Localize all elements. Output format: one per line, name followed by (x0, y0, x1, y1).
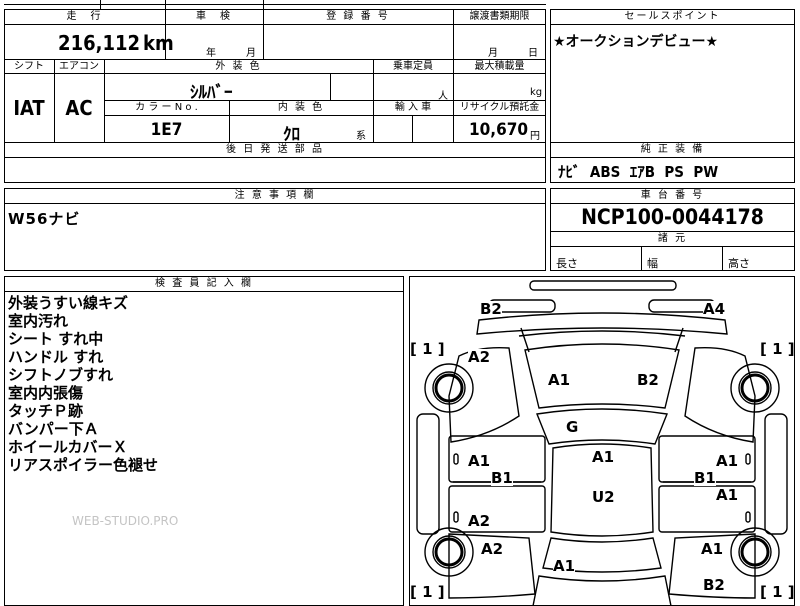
damage-roof-front: A1 (592, 448, 615, 466)
damage-rear-right: B2 (703, 576, 725, 594)
grid-line (4, 203, 546, 204)
exterior-color-label: 外 装 色 (215, 61, 262, 72)
transfer-month-unit: 月 (488, 48, 498, 59)
transfer-deadline-label: 譲渡書類期限 (469, 11, 530, 22)
chassis-number: NCP100-0044178 (581, 205, 764, 229)
shift-value: IAT (13, 96, 45, 120)
grid-line (550, 157, 795, 158)
transfer-day-unit: 日 (528, 48, 538, 59)
inspector-note: ホイールカバーＸ (8, 438, 128, 456)
equipment-text: ﾅﾋﾞ ABS ｴｱB PS PW (558, 163, 719, 181)
mileage-value: 216,112 (58, 31, 140, 55)
interior-color-label: 内 装 色 (277, 102, 325, 113)
recycle-value: 10,670 (468, 120, 528, 140)
grid-line (550, 246, 795, 247)
damage-hood-left: A1 (548, 371, 571, 389)
damage-right-front-door: A1 (716, 452, 739, 470)
inspector-note: バンパー下Ａ (8, 420, 99, 438)
damage-right-rear-door: A1 (716, 486, 739, 504)
shaken-year-unit: 年 (206, 48, 216, 59)
caution-text: W56ナビ (8, 210, 81, 228)
watermark: WEB-STUDIO.PRO (72, 514, 179, 528)
tire-right-bottom-rating: [ 1 ] (760, 583, 795, 601)
color-no-label: カ ラ ー N o . (135, 102, 198, 113)
damage-top-right: A4 (703, 300, 726, 318)
color-no-value: 1E7 (150, 120, 183, 140)
grid-line (550, 24, 795, 25)
height-label: 高さ (728, 257, 750, 270)
recycle-unit: 円 (530, 131, 540, 142)
parts-label: 後 日 発 送 部 品 (226, 144, 324, 155)
sales-point-label: セールスポイント (624, 11, 721, 22)
aircon-label: エアコン (59, 61, 99, 72)
grid-line (4, 291, 404, 292)
tire-left-bottom-rating: [ 1 ] (410, 583, 445, 601)
inspector-label: 検 査 員 記 入 欄 (155, 278, 253, 289)
recycle-label: リサイクル預託金 (459, 102, 540, 113)
dims-label: 諸 元 (657, 233, 688, 244)
damage-roof-rear: U2 (592, 488, 615, 506)
inspector-note: タッチＰ跡 (8, 402, 84, 420)
top-strip-line (4, 4, 546, 5)
damage-windshield: G (566, 418, 579, 436)
caution-label: 注 意 事 項 欄 (234, 190, 316, 201)
grid-line (722, 246, 723, 271)
capacity-label: 乗車定員 (393, 61, 433, 72)
top-strip-divider (263, 0, 264, 9)
chassis-label: 車 台 番 号 (640, 190, 705, 201)
grid-line (641, 246, 642, 271)
grid-line (4, 157, 546, 158)
exterior-color-value: ｼﾙﾊﾞｰ (190, 83, 233, 103)
shift-label: シフト (14, 61, 44, 72)
inspector-note: シート すれ中 (8, 330, 104, 348)
damage-hood-right: B2 (637, 371, 659, 389)
damage-left-front-pillar: B1 (491, 469, 513, 487)
mileage-label: 走 行 (66, 11, 103, 22)
inspector-note: シフトノブすれ (8, 366, 114, 384)
car-diagram (416, 280, 788, 606)
width-label: 幅 (647, 257, 658, 270)
interior-color-value: ｸﾛ (283, 125, 300, 145)
grid-line (412, 115, 413, 142)
equipment-label: 純 正 装 備 (640, 144, 705, 155)
aircon-value: AC (65, 96, 93, 120)
damage-trunk: A1 (553, 557, 576, 575)
damage-right-rear-fender: A1 (701, 540, 724, 558)
import-label: 輸 入 車 (394, 102, 432, 113)
inspector-notes: 外装うすい線キズ 室内汚れ シート すれ中 ハンドル すれ シフトノブすれ 室内… (8, 294, 158, 474)
mileage-unit: km (143, 31, 174, 55)
damage-right-front-pillar: B1 (694, 469, 716, 487)
grid-line (330, 73, 331, 100)
damage-left-front-door: A1 (468, 452, 491, 470)
shaken-label: 車 検 (196, 11, 232, 22)
grid-line (4, 73, 546, 74)
grid-line (550, 203, 795, 204)
max-load-unit: kg (530, 87, 543, 98)
damage-left-rear-fender: A2 (481, 540, 504, 558)
capacity-unit: 人 (438, 91, 448, 102)
tire-left-top-rating: [ 1 ] (410, 340, 445, 358)
damage-left-rear-door: A2 (468, 512, 491, 530)
inspector-note: ハンドル すれ (8, 348, 104, 366)
inspector-note: 室内汚れ (8, 312, 69, 330)
top-strip-divider (165, 0, 166, 9)
interior-color-suffix: 系 (356, 131, 366, 142)
sales-point-text: ★オークションデビュー★ (553, 34, 719, 50)
tire-right-top-rating: [ 1 ] (760, 340, 795, 358)
length-label: 長さ (556, 257, 578, 270)
inspector-note: リアスポイラー色褪せ (8, 456, 159, 474)
damage-front-left: A2 (468, 348, 491, 366)
registration-label: 登 録 番 号 (326, 11, 390, 22)
max-load-label: 最大積載量 (474, 61, 525, 72)
top-strip-divider (100, 0, 101, 9)
inspector-note: 外装うすい線キズ (8, 294, 129, 312)
grid-line (4, 24, 546, 25)
damage-top-left: B2 (480, 300, 502, 318)
shaken-month-unit: 月 (246, 48, 256, 59)
inspector-note: 室内内張傷 (8, 384, 84, 402)
grid-line (104, 115, 546, 116)
